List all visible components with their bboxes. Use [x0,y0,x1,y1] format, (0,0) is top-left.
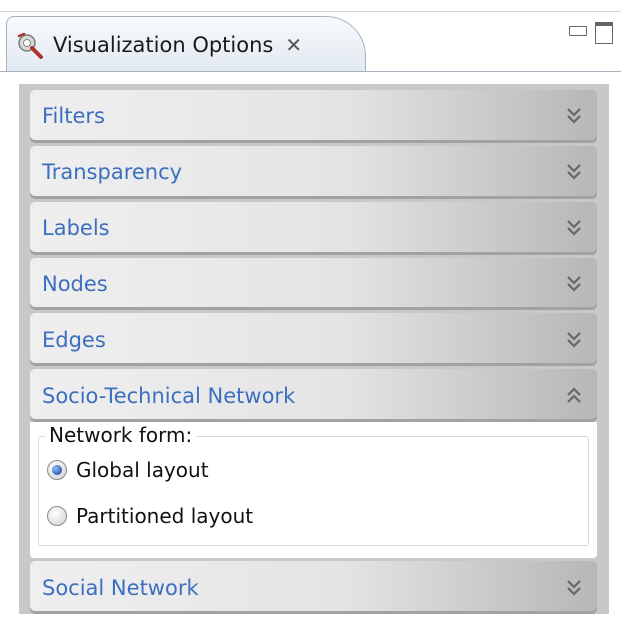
chevron-down-icon [567,220,581,236]
window-top-edge [0,0,621,12]
minimize-icon[interactable] [569,26,587,36]
section-title: Labels [42,216,110,241]
global-layout-option[interactable]: Global layout [47,447,580,493]
section-header-labels[interactable]: Labels [30,201,597,255]
view-title: Visualization Options [53,32,274,57]
section-header-socio-technical-network[interactable]: Socio-Technical Network [30,369,597,423]
section-title: Filters [42,104,105,129]
global-layout-label: Global layout [76,458,209,483]
options-panel: Filters Transparency Labels Nodes Edges [19,84,609,615]
chevron-down-icon [567,108,581,124]
network-form-group: Network form: Global layout Partitioned … [38,423,589,547]
partitioned-layout-option[interactable]: Partitioned layout [47,493,580,539]
view-tab[interactable]: Visualization Options ✕ [6,16,366,72]
section-title: Transparency [42,160,183,185]
partitioned-layout-radio[interactable] [47,506,67,527]
chevron-down-icon [567,276,581,292]
section-header-transparency[interactable]: Transparency [30,145,597,199]
chevron-down-icon [567,332,581,348]
section-header-social-network[interactable]: Social Network [30,561,597,615]
visualization-tool-icon [17,32,43,59]
close-icon[interactable]: ✕ [285,33,302,57]
section-title: Edges [42,327,106,352]
socio-technical-network-body: Network form: Global layout Partitioned … [30,422,597,559]
section-title: Social Network [42,575,199,600]
section-title: Nodes [42,272,108,296]
network-form-label: Network form: [45,423,197,448]
section-header-filters[interactable]: Filters [30,90,597,143]
window-controls [569,22,613,44]
chevron-up-icon [567,387,581,403]
global-layout-radio[interactable] [47,460,67,481]
section-title: Socio-Technical Network [42,383,296,408]
section-header-edges[interactable]: Edges [30,313,597,367]
partitioned-layout-label: Partitioned layout [76,504,254,529]
view-body: Filters Transparency Labels Nodes Edges [0,71,621,627]
chevron-down-icon [567,164,581,180]
chevron-down-icon [567,579,581,596]
maximize-icon[interactable] [595,22,613,44]
section-header-nodes[interactable]: Nodes [30,257,597,311]
